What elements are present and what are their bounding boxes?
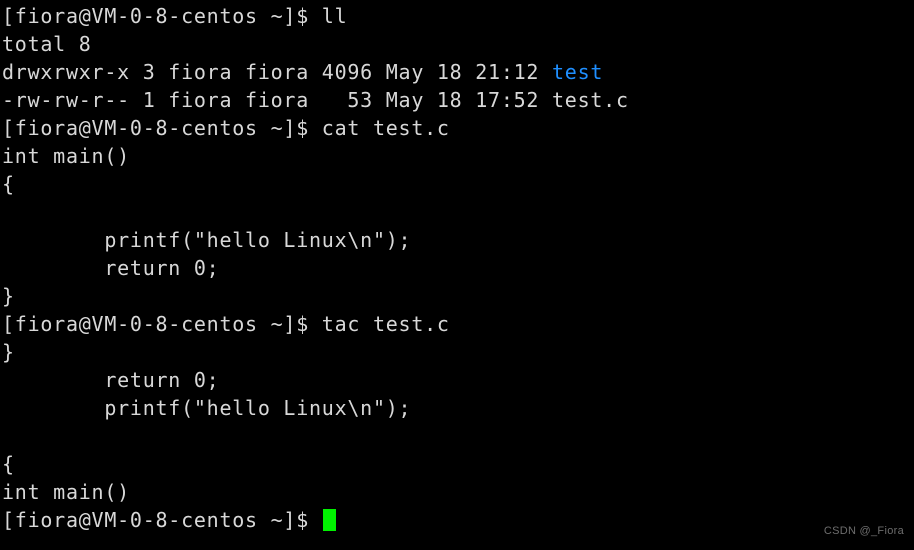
output-text: return 0; — [2, 256, 220, 280]
file-metadata: -rw-rw-r-- 1 fiora fiora 53 May 18 17:52 — [2, 88, 553, 112]
file-name: test.c — [552, 88, 629, 112]
terminal-prompt-line: [fiora@VM-0-8-centos ~]$ cat test.c — [2, 114, 914, 142]
output-text: int main() — [2, 144, 130, 168]
directory-name: test — [552, 60, 604, 84]
terminal-prompt-line: [fiora@VM-0-8-centos ~]$ ll — [2, 2, 914, 30]
output-text: { — [2, 452, 15, 476]
shell-prompt: [fiora@VM-0-8-centos ~]$ — [2, 4, 322, 28]
output-text: total 8 — [2, 32, 92, 56]
terminal-output-line: total 8 — [2, 30, 914, 58]
terminal-output-line: { — [2, 450, 914, 478]
terminal-output-line: { — [2, 170, 914, 198]
terminal-prompt-line: [fiora@VM-0-8-centos ~]$ — [2, 506, 914, 534]
csdn-watermark: CSDN @_Fiora — [823, 525, 904, 537]
terminal-output-line: } — [2, 338, 914, 366]
shell-prompt: [fiora@VM-0-8-centos ~]$ — [2, 312, 322, 336]
file-listing-row: drwxrwxr-x 3 fiora fiora 4096 May 18 21:… — [2, 58, 914, 86]
output-text: } — [2, 284, 15, 308]
shell-command[interactable]: ll — [322, 2, 348, 30]
terminal-output-line: int main() — [2, 478, 914, 506]
text-cursor — [322, 509, 336, 531]
output-text: printf("hello Linux\n"); — [2, 396, 412, 420]
shell-prompt: [fiora@VM-0-8-centos ~]$ — [2, 508, 322, 532]
output-text: return 0; — [2, 368, 220, 392]
output-text: { — [2, 172, 15, 196]
terminal-output-line: printf("hello Linux\n"); — [2, 226, 914, 254]
terminal-output-line: } — [2, 282, 914, 310]
output-text: printf("hello Linux\n"); — [2, 228, 412, 252]
terminal-window[interactable]: [fiora@VM-0-8-centos ~]$ ll total 8 drwxrw… — [0, 0, 914, 550]
file-listing-row: -rw-rw-r-- 1 fiora fiora 53 May 18 17:52… — [2, 86, 914, 114]
terminal-output-line: return 0; — [2, 254, 914, 282]
output-text: } — [2, 340, 15, 364]
output-text: int main() — [2, 480, 130, 504]
terminal-output-line: return 0; — [2, 366, 914, 394]
shell-command[interactable]: cat test.c — [322, 114, 450, 142]
terminal-output: [fiora@VM-0-8-centos ~]$ ll total 8 drwxrw… — [2, 2, 914, 534]
shell-command[interactable]: tac test.c — [322, 310, 450, 338]
file-metadata: drwxrwxr-x 3 fiora fiora 4096 May 18 21:… — [2, 60, 553, 84]
terminal-output-line: printf("hello Linux\n"); — [2, 394, 914, 422]
terminal-prompt-line: [fiora@VM-0-8-centos ~]$ tac test.c — [2, 310, 914, 338]
shell-prompt: [fiora@VM-0-8-centos ~]$ — [2, 116, 322, 140]
terminal-output-line: int main() — [2, 142, 914, 170]
